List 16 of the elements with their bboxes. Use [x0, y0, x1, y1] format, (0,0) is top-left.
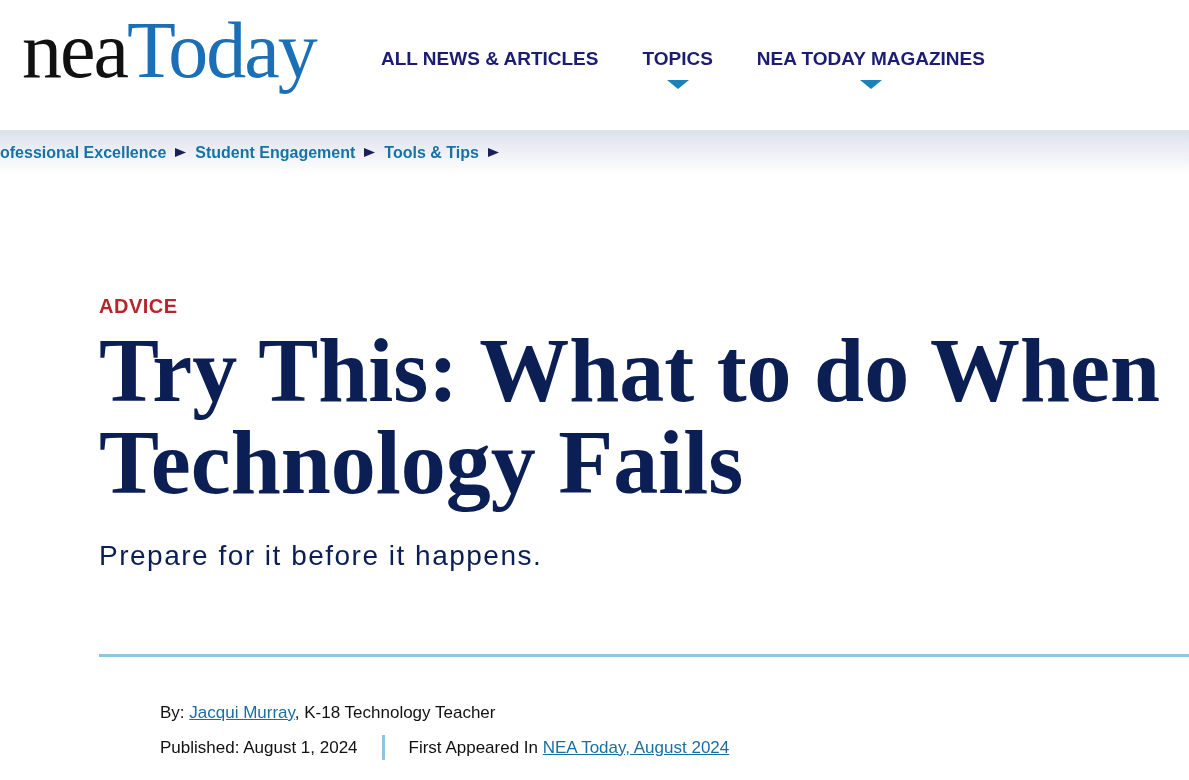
- issue-link[interactable]: NEA Today, August 2024: [542, 737, 730, 757]
- nav-link[interactable]: ALL NEWS & ARTICLES: [381, 48, 599, 70]
- first-appeared-text: First Appeared In NEA Today, August 2024: [408, 736, 730, 759]
- caret-right-icon: [364, 148, 376, 157]
- nav-link[interactable]: NEA TODAY MAGAZINES: [756, 48, 985, 89]
- nav-link[interactable]: TOPICS: [642, 48, 713, 89]
- caret-right-icon: [487, 148, 499, 157]
- category-label: ADVICE: [99, 294, 179, 318]
- article-subtitle: Prepare for it before it happens.: [99, 539, 544, 573]
- breadcrumb-link[interactable]: Student Engagement: [195, 143, 356, 162]
- breadcrumb-link[interactable]: ofessional Excellence: [0, 143, 167, 162]
- published-date: Published: August 1, 2024: [160, 736, 358, 759]
- breadcrumb-link[interactable]: Tools & Tips: [384, 143, 479, 162]
- caret-right-icon: [175, 148, 187, 157]
- author-link[interactable]: Jacqui Murray: [189, 703, 295, 722]
- byline-text: By: Jacqui Murray, K-18 Technology Teacher: [160, 702, 497, 724]
